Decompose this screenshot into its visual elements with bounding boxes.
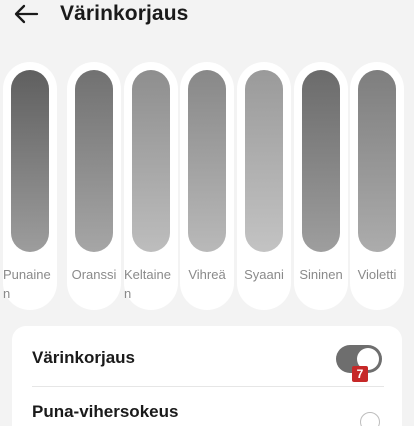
swatch-violet-preview bbox=[358, 70, 396, 252]
page-title: Värinkorjaus bbox=[60, 2, 189, 25]
swatch-yellow-label: Keltainen bbox=[124, 267, 171, 301]
swatch-green[interactable]: Vihreä bbox=[180, 62, 234, 310]
settings-card: Värinkorjaus 7 Puna-vihersokeus bbox=[12, 326, 402, 426]
swatch-blue-preview bbox=[302, 70, 340, 252]
swatch-red-label: Punainen bbox=[3, 267, 51, 301]
swatch-orange-label: Oranssi bbox=[71, 267, 117, 282]
swatch-cyan[interactable]: Syaani bbox=[237, 62, 291, 310]
swatch-green-label: Vihreä bbox=[188, 267, 226, 282]
swatch-yellow-preview bbox=[132, 70, 170, 252]
swatch-green-preview bbox=[188, 70, 226, 252]
swatch-red-preview bbox=[11, 70, 49, 252]
swatch-cyan-label: Syaani bbox=[244, 267, 284, 282]
red-green-option-label: Puna-vihersokeus bbox=[32, 402, 179, 421]
swatch-violet-label: Violetti bbox=[357, 267, 397, 282]
divider bbox=[32, 386, 384, 387]
swatch-blue-label: Sininen bbox=[299, 267, 343, 282]
arrow-left-icon bbox=[14, 4, 39, 24]
screen: Värinkorjaus Punainen Oranssi Keltainen … bbox=[0, 0, 414, 426]
app-header: Värinkorjaus bbox=[0, 0, 414, 30]
swatch-yellow[interactable]: Keltainen bbox=[124, 62, 178, 310]
swatch-red[interactable]: Punainen bbox=[3, 62, 57, 310]
swatch-blue[interactable]: Sininen bbox=[294, 62, 348, 310]
color-correction-label: Värinkorjaus bbox=[32, 348, 135, 367]
back-button[interactable] bbox=[10, 2, 42, 26]
swatch-cyan-preview bbox=[245, 70, 283, 252]
swatch-orange-preview bbox=[75, 70, 113, 252]
red-green-radio[interactable] bbox=[360, 412, 380, 426]
color-swatch-strip: Punainen Oranssi Keltainen Vihreä Syaani… bbox=[0, 62, 414, 310]
swatch-orange[interactable]: Oranssi bbox=[67, 62, 121, 310]
swatch-violet[interactable]: Violetti bbox=[350, 62, 404, 310]
annotation-badge: 7 bbox=[352, 366, 368, 382]
